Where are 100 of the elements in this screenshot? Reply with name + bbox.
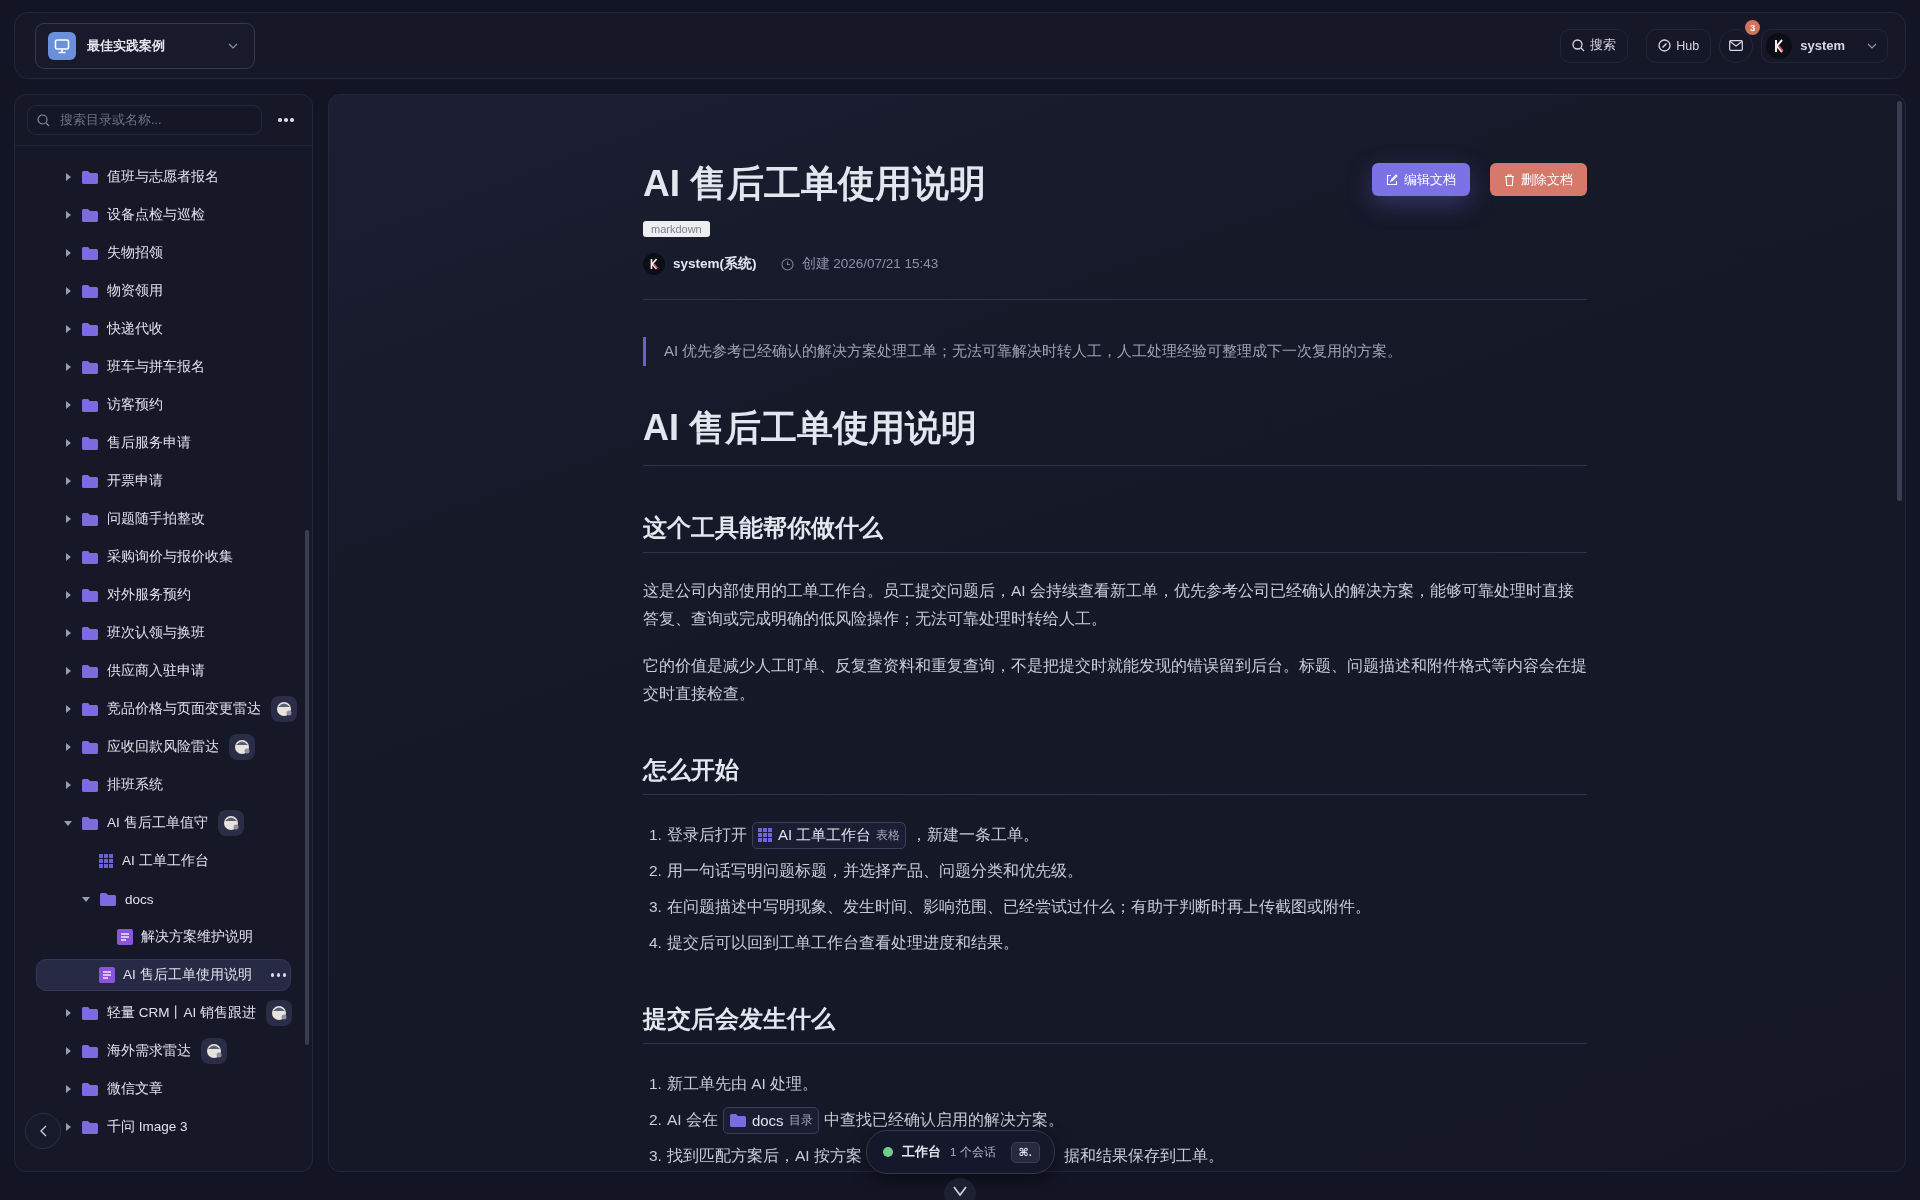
tree-item[interactable]: 失物招领 [62,237,168,269]
list-text: 用一句话写明问题标题，并选择产品、问题分类和优先级。 [666,860,1083,881]
reference-chip[interactable]: AI 工单工作台 表格 [751,821,907,849]
folder-icon [81,169,99,185]
edit-button[interactable]: 编辑文档 [1372,163,1470,196]
list-text: AI 会在 [666,1109,718,1130]
tree-item[interactable]: 快递代收 [62,313,168,345]
trash-icon [1504,173,1515,186]
folder-icon [81,283,99,299]
search-icon [1572,39,1586,52]
tree-item[interactable]: 解决方案维护说明 [98,921,258,953]
list-number: 2. [649,1111,662,1130]
folder-icon [81,1005,99,1021]
list-number: 3. [649,1147,662,1166]
avatar-icon [1766,32,1793,59]
list-text: 登录后打开 [666,824,747,845]
paragraph: 这是公司内部使用的工单工作台。员工提交问题后，AI 会持续查看新工单，优先参考公司已经确认的解决方案，能够可靠处理时直接答复、查询或完成明确的低风险操作；无法可靠处理时转给人工。 [643,581,1575,630]
section-heading: 提交后会发生什么 [643,1003,1587,1045]
tree-item[interactable]: 班次认领与换班 [62,617,210,649]
folder-icon [81,321,99,337]
folder-icon [81,739,99,755]
tree-item[interactable]: 供应商入驻申请 [62,655,210,687]
avatar-icon [643,253,665,276]
compass-icon [1658,39,1672,52]
list-number: 2. [649,862,662,881]
folder-icon [81,815,99,831]
list-text: 在问题描述中写明现象、发生时间、影响范围、已经尝试过什么；有助于判断时再上传截图或附件。 [666,896,1371,917]
list-text: 提交后可以回到工单工作台查看处理进度和结果。 [666,932,1019,953]
search-icon [37,114,50,127]
list-text: 找到匹配方案后，AI 按方案 [666,1145,862,1166]
scrollbar[interactable] [1897,101,1902,501]
folder-icon [81,397,99,413]
tree-item[interactable]: docs [80,883,159,915]
chevron-down-icon [953,1186,967,1196]
tree-item[interactable]: AI 售后工单值守 [62,807,249,839]
tree-item[interactable]: AI 售后工单使用说明 [36,959,291,991]
search-field[interactable]: 搜索目录或名称... [27,105,262,135]
workspace-switcher[interactable]: 最佳实践案例 [35,22,255,69]
hub-button[interactable]: Hub [1646,28,1712,63]
tree-item[interactable]: 值班与志愿者报名 [62,161,224,193]
grid-icon [757,827,773,843]
list-text: ，新建一条工单。 [911,824,1040,845]
tree-item[interactable]: 轻量 CRM丨AI 销售跟进 [62,997,297,1029]
created-date: 创建 2026/07/21 15:43 [801,255,939,274]
folder-icon [81,701,99,717]
section-heading: 怎么开始 [643,754,1587,796]
scrollbar[interactable] [305,530,309,1045]
chevron-left-icon [39,1125,47,1137]
folder-icon [81,663,99,679]
folder-icon [81,245,99,261]
edit-icon [1386,173,1398,186]
list-text: 据和结果保存到工单。 [1063,1145,1224,1166]
tree-item[interactable]: 设备点检与巡检 [62,199,210,231]
folder-icon [81,207,99,223]
user-menu[interactable]: system [1761,28,1888,63]
folder-icon [81,1081,99,1097]
mail-icon [1729,40,1744,51]
tree-item[interactable]: 竞品价格与页面变更雷达 [62,693,302,725]
paragraph: 它的价值是减少人工盯单、反复查资料和重复查询，不是把提交时就能发现的错误留到后台。标题、问题描述和附件格式等内容会在提交时直接检查。 [643,656,1587,705]
folder-icon [81,777,99,793]
list-text: 中查找已经确认启用的解决方案。 [823,1109,1064,1130]
monitor-icon [48,31,76,60]
tree-item[interactable]: 售后服务申请 [62,427,196,459]
folder-icon [81,511,99,527]
pill-label: 工作台 [902,1143,941,1161]
format-tag: markdown [643,221,710,238]
tree-item[interactable]: 对外服务预约 [62,579,196,611]
heading: AI 售后工单使用说明 [643,404,1587,467]
folder-icon [728,1112,747,1128]
session-count: 1 个会话 [950,1144,996,1160]
tree-item[interactable]: 微信文章 [62,1073,168,1105]
folder-icon [81,359,99,375]
session-pill[interactable]: 工作台 1 个会话 ⌘. [866,1130,1055,1174]
grid-icon [99,853,114,869]
tree-item[interactable]: 问题随手拍整改 [62,503,210,535]
section-heading: 这个工具能帮你做什么 [643,512,1587,554]
chevron-down-icon [1867,42,1877,49]
tree-item[interactable]: 千问 Image 3 [62,1111,193,1143]
list-text: 新工单先由 AI 处理。 [666,1073,819,1094]
tree-item[interactable]: 采购询价与报价收集 [62,541,238,573]
document-title: AI 售后工单使用说明 [643,162,987,206]
reference-chip[interactable]: docs 目录 [722,1106,819,1134]
clock-icon [780,257,794,271]
search-button[interactable]: 搜索 [1560,28,1629,63]
tree-item[interactable]: 应收回款风险雷达 [62,731,260,763]
tree-item[interactable]: 开票申请 [62,465,168,497]
folder-icon [81,473,99,489]
tree-item[interactable]: 海外需求雷达 [62,1035,232,1067]
shortcut-key: ⌘. [1010,1141,1040,1163]
tree-item[interactable]: 物资领用 [62,275,168,307]
tree-item[interactable]: 访客预约 [62,389,168,421]
status-dot [883,1147,893,1157]
tree-item[interactable]: AI 工单工作台 [80,845,214,877]
callout-quote: AI 优先参考已经确认的解决方案处理工单；无法可靠解决时转人工，人工处理经验可整理成下一次复用的方案。 [643,337,1587,367]
collapse-button[interactable] [25,1113,61,1149]
tree-item[interactable]: 排班系统 [62,769,168,801]
chevron-down-icon [228,42,238,49]
list-number: 1. [649,1075,662,1094]
notification-badge: 3 [1745,19,1761,35]
tree-item[interactable]: 班车与拼车报名 [62,351,210,383]
